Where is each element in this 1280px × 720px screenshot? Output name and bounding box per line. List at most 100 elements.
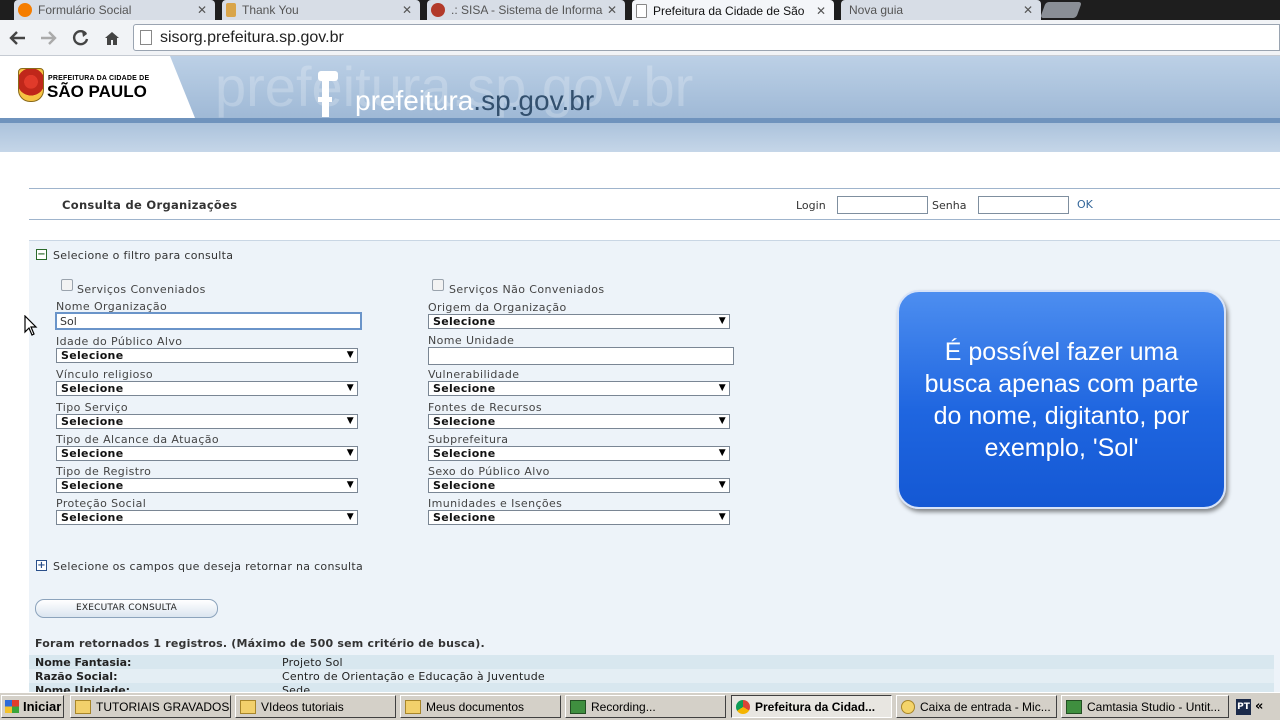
tab-label: Prefeitura da Cidade de São — [653, 3, 805, 18]
page-icon — [140, 30, 152, 45]
protecao-social-select[interactable]: Selecione ▼ — [56, 510, 358, 525]
start-button[interactable]: Iniciar — [1, 695, 64, 718]
language-indicator[interactable]: PT — [1236, 698, 1251, 715]
logo-city: SÃO PAULO — [47, 82, 147, 101]
site-title[interactable]: prefeitura.sp.gov.br — [355, 85, 594, 117]
folder-icon — [240, 699, 256, 714]
vulnerabilidade-label: Vulnerabilidade — [428, 368, 520, 381]
result-key: Razão Social: — [35, 670, 118, 683]
collapse-filter-toggle[interactable]: − — [36, 249, 47, 260]
select-value: Selecione — [61, 447, 124, 460]
outlook-icon — [901, 699, 915, 714]
origem-organizacao-select[interactable]: Selecione ▼ — [428, 314, 730, 329]
sexo-publico-alvo-label: Sexo do Público Alvo — [428, 465, 550, 478]
close-tab-icon[interactable]: ✕ — [195, 3, 209, 17]
servicos-nao-conveniados-checkbox[interactable] — [432, 279, 444, 291]
close-tab-icon[interactable]: ✕ — [814, 4, 828, 18]
site-title-domain: .sp.gov.br — [473, 85, 595, 116]
reload-icon — [72, 29, 89, 46]
dropdown-arrow-icon: ▼ — [346, 448, 354, 458]
login-ok-link[interactable]: OK — [1077, 198, 1093, 211]
fontes-recursos-select[interactable]: Selecione ▼ — [428, 414, 730, 429]
nome-unidade-label: Nome Unidade — [428, 334, 515, 347]
home-button[interactable] — [100, 26, 124, 50]
origem-organizacao-label: Origem da Organização — [428, 301, 567, 314]
filter-section-title: Selecione o filtro para consulta — [53, 249, 234, 262]
taskbar-item-recording[interactable]: Recording... — [565, 695, 726, 718]
select-value: Selecione — [433, 447, 496, 460]
dropdown-arrow-icon: ▼ — [718, 383, 726, 393]
nome-unidade-input[interactable] — [428, 347, 734, 365]
dropdown-arrow-icon: ▼ — [718, 416, 726, 426]
dropdown-arrow-icon: ▼ — [346, 512, 354, 522]
tab-formulario-social[interactable]: Formulário Social ✕ — [14, 0, 215, 20]
sexo-publico-alvo-select[interactable]: Selecione ▼ — [428, 478, 730, 493]
mouse-cursor-icon — [24, 315, 38, 336]
taskbar-item-label: Camtasia Studio - Untit... — [1087, 699, 1221, 714]
taskbar-item-meus-documentos[interactable]: Meus documentos — [400, 695, 561, 718]
results-summary: Foram retornados 1 registros. (Máximo de… — [35, 637, 485, 650]
fontes-recursos-label: Fontes de Recursos — [428, 401, 543, 414]
tipo-registro-select[interactable]: Selecione ▼ — [56, 478, 358, 493]
close-tab-icon[interactable]: ✕ — [1021, 3, 1035, 17]
browser-toolbar: sisorg.prefeitura.sp.gov.br — [0, 20, 1280, 56]
address-bar[interactable]: sisorg.prefeitura.sp.gov.br — [133, 24, 1280, 51]
select-value: Selecione — [433, 315, 496, 328]
vulnerabilidade-select[interactable]: Selecione ▼ — [428, 381, 730, 396]
select-value: Selecione — [61, 479, 124, 492]
tab-label: .: SISA - Sistema de Informa — [451, 3, 603, 17]
subprefeitura-select[interactable]: Selecione ▼ — [428, 446, 730, 461]
system-tray: PT « — [1236, 695, 1280, 718]
taskbar-item-prefeitura[interactable]: Prefeitura da Cidad... — [731, 695, 892, 718]
nome-organizacao-input[interactable]: Sol — [55, 312, 362, 330]
header-band-lower — [0, 118, 1280, 152]
tutorial-callout: É possível fazer uma busca apenas com pa… — [897, 290, 1226, 509]
tipo-servico-select[interactable]: Selecione ▼ — [56, 414, 358, 429]
tipo-alcance-select[interactable]: Selecione ▼ — [56, 446, 358, 461]
sisa-icon — [431, 3, 445, 17]
reload-button[interactable] — [69, 26, 93, 50]
tab-sisa[interactable]: .: SISA - Sistema de Informa ✕ — [427, 0, 625, 20]
login-label: Login — [796, 199, 826, 212]
home-icon — [105, 32, 119, 45]
tower-logo-icon — [318, 71, 338, 117]
idade-publico-alvo-label: Idade do Público Alvo — [56, 335, 183, 348]
tab-prefeitura[interactable]: Prefeitura da Cidade de São ✕ — [632, 0, 834, 21]
imunidades-isencoes-select[interactable]: Selecione ▼ — [428, 510, 730, 525]
tab-thank-you[interactable]: Thank You ✕ — [222, 0, 420, 20]
execute-query-button[interactable]: EXECUTAR CONSULTA — [35, 599, 218, 618]
dropdown-arrow-icon: ▼ — [346, 416, 354, 426]
result-value: Sede — [282, 684, 311, 692]
close-tab-icon[interactable]: ✕ — [400, 3, 414, 17]
expand-return-fields-toggle[interactable]: + — [36, 560, 47, 571]
select-value: Selecione — [433, 479, 496, 492]
servicos-conveniados-checkbox[interactable] — [61, 279, 73, 291]
taskbar-item-outlook[interactable]: Caixa de entrada - Mic... — [896, 695, 1057, 718]
servicos-nao-conveniados-label: Serviços Não Conveniados — [449, 283, 605, 296]
taskbar-item-videos[interactable]: VIdeos tutoriais — [235, 695, 396, 718]
taskbar-item-label: Caixa de entrada - Mic... — [920, 699, 1051, 714]
divider — [29, 188, 1280, 189]
chrome-icon — [736, 699, 750, 714]
taskbar-item-camtasia[interactable]: Camtasia Studio - Untit... — [1061, 695, 1229, 718]
logo-area[interactable]: PREFEITURA DA CIDADE DE SÃO PAULO — [0, 56, 195, 118]
taskbar-item-tutoriais[interactable]: TUTORIAIS GRAVADOS — [70, 695, 231, 718]
tray-expand-icon[interactable]: « — [1255, 699, 1263, 714]
forward-button[interactable] — [36, 26, 60, 50]
new-tab-button[interactable] — [1040, 2, 1082, 18]
vinculo-religioso-select[interactable]: Selecione ▼ — [56, 381, 358, 396]
dropdown-arrow-icon: ▼ — [718, 480, 726, 490]
idade-publico-alvo-select[interactable]: Selecione ▼ — [56, 348, 358, 363]
coat-of-arms-icon — [18, 68, 44, 102]
password-input[interactable] — [978, 196, 1069, 214]
taskbar-item-label: Prefeitura da Cidad... — [755, 699, 876, 714]
folder-icon — [405, 699, 421, 714]
windows-logo-icon — [5, 700, 19, 713]
tab-nova-guia[interactable]: Nova guia ✕ — [841, 0, 1041, 20]
divider — [29, 219, 1280, 220]
close-tab-icon[interactable]: ✕ — [605, 3, 619, 17]
dropdown-arrow-icon: ▼ — [346, 383, 354, 393]
login-input[interactable] — [837, 196, 928, 214]
back-button[interactable] — [6, 26, 30, 50]
dropdown-arrow-icon: ▼ — [346, 480, 354, 490]
